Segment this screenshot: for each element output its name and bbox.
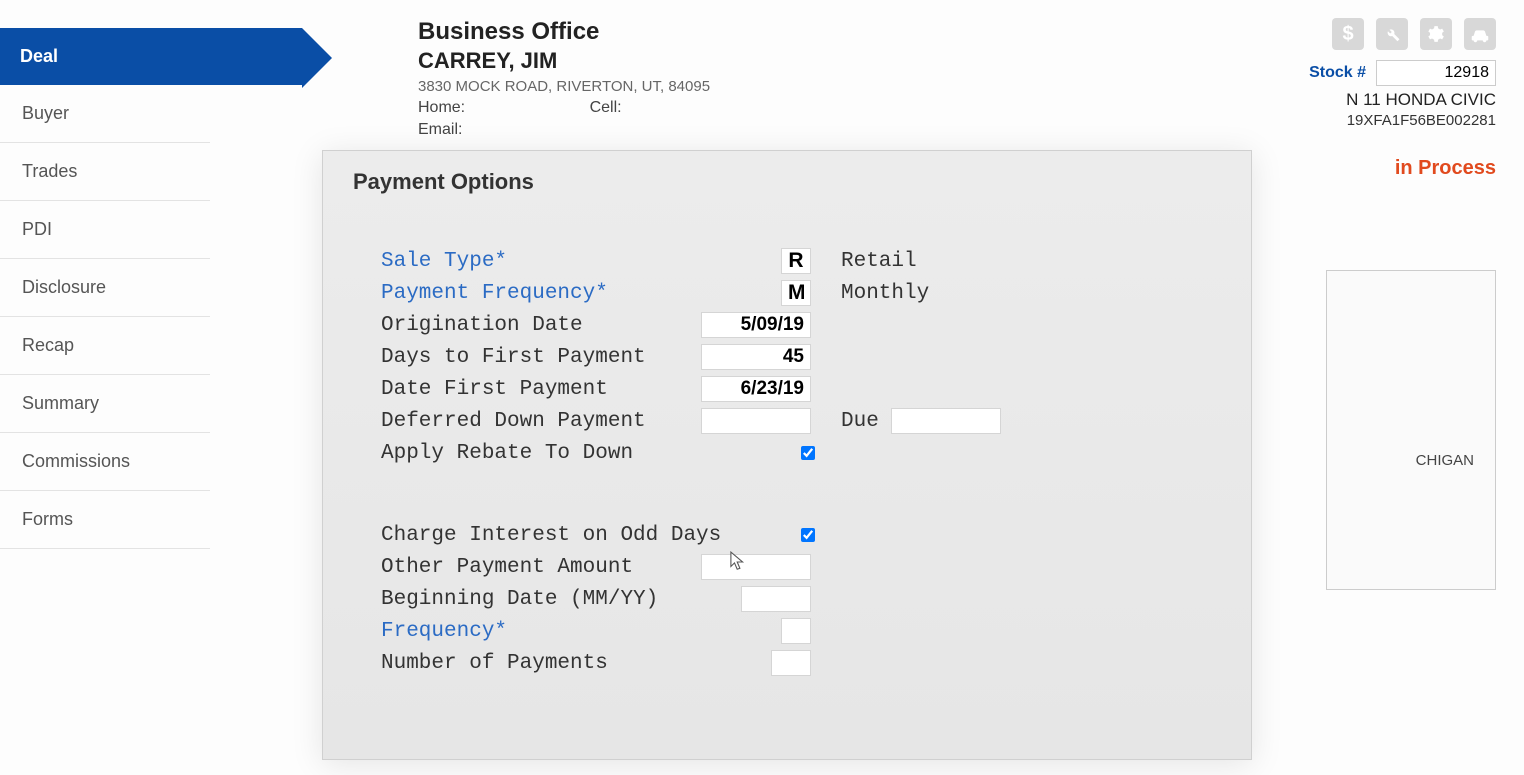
home-label: Home:	[418, 99, 465, 116]
apply-rebate-label: Apply Rebate To Down	[381, 442, 797, 465]
frequency2-input[interactable]	[781, 618, 811, 644]
num-payments-input[interactable]	[771, 650, 811, 676]
cell-label: Cell:	[590, 99, 622, 116]
apply-rebate-checkbox[interactable]	[801, 446, 815, 460]
nav-item-recap[interactable]: Recap	[0, 317, 210, 375]
payment-frequency-code[interactable]	[781, 280, 811, 306]
other-payment-label: Other Payment Amount	[381, 556, 701, 579]
nav-item-forms[interactable]: Forms	[0, 491, 210, 549]
stock-label: Stock #	[1309, 64, 1366, 82]
charge-interest-label: Charge Interest on Odd Days	[381, 524, 797, 547]
vehicle-vin: 19XFA1F56BE002281	[1264, 112, 1496, 129]
due-input[interactable]	[891, 408, 1001, 434]
days-to-first-input[interactable]	[701, 344, 811, 370]
nav-item-pdi[interactable]: PDI	[0, 201, 210, 259]
nav-item-commissions[interactable]: Commissions	[0, 433, 210, 491]
wrench-icon[interactable]	[1376, 18, 1408, 50]
gears-icon[interactable]	[1420, 18, 1452, 50]
payment-options-modal: Payment Options Sale Type* Retail Paymen…	[322, 150, 1252, 760]
sidebar: Deal Buyer Trades PDI Disclosure Recap S…	[0, 0, 210, 775]
payment-frequency-desc: Monthly	[841, 282, 961, 305]
background-panel	[1326, 270, 1496, 590]
beginning-date-input[interactable]	[741, 586, 811, 612]
nav-item-disclosure[interactable]: Disclosure	[0, 259, 210, 317]
nav-item-summary[interactable]: Summary	[0, 375, 210, 433]
modal-title: Payment Options	[353, 169, 1221, 195]
customer-name: CARREY, JIM	[418, 48, 1264, 74]
sale-type-label[interactable]: Sale Type*	[381, 250, 781, 273]
dollar-icon[interactable]: $	[1332, 18, 1364, 50]
car-icon[interactable]	[1464, 18, 1496, 50]
payment-frequency-label[interactable]: Payment Frequency*	[381, 282, 781, 305]
background-panel-text: CHIGAN	[1416, 452, 1474, 469]
sale-type-desc: Retail	[841, 250, 961, 273]
stock-input[interactable]	[1376, 60, 1496, 86]
charge-interest-checkbox[interactable]	[801, 528, 815, 542]
email-label: Email:	[418, 121, 462, 138]
nav-item-trades[interactable]: Trades	[0, 143, 210, 201]
deferred-down-input[interactable]	[701, 408, 811, 434]
nav-item-buyer[interactable]: Buyer	[0, 85, 210, 143]
due-label: Due	[841, 410, 891, 433]
vehicle-description: N 11 HONDA CIVIC	[1264, 90, 1496, 110]
date-first-payment-label: Date First Payment	[381, 378, 701, 401]
deferred-down-label: Deferred Down Payment	[381, 410, 701, 433]
beginning-date-label: Beginning Date (MM/YY)	[381, 588, 741, 611]
sale-type-code[interactable]	[781, 248, 811, 274]
header: Business Office CARREY, JIM 3830 MOCK RO…	[210, 18, 1524, 139]
nav-item-deal[interactable]: Deal	[0, 28, 302, 85]
customer-address: 3830 MOCK ROAD, RIVERTON, UT, 84095	[418, 78, 1264, 95]
frequency2-label[interactable]: Frequency*	[381, 620, 781, 643]
other-payment-input[interactable]	[701, 554, 811, 580]
page-title: Business Office	[418, 18, 1264, 46]
origination-date-label: Origination Date	[381, 314, 701, 337]
date-first-payment-input[interactable]	[701, 376, 811, 402]
origination-date-input[interactable]	[701, 312, 811, 338]
days-to-first-label: Days to First Payment	[381, 346, 701, 369]
num-payments-label: Number of Payments	[381, 652, 771, 675]
